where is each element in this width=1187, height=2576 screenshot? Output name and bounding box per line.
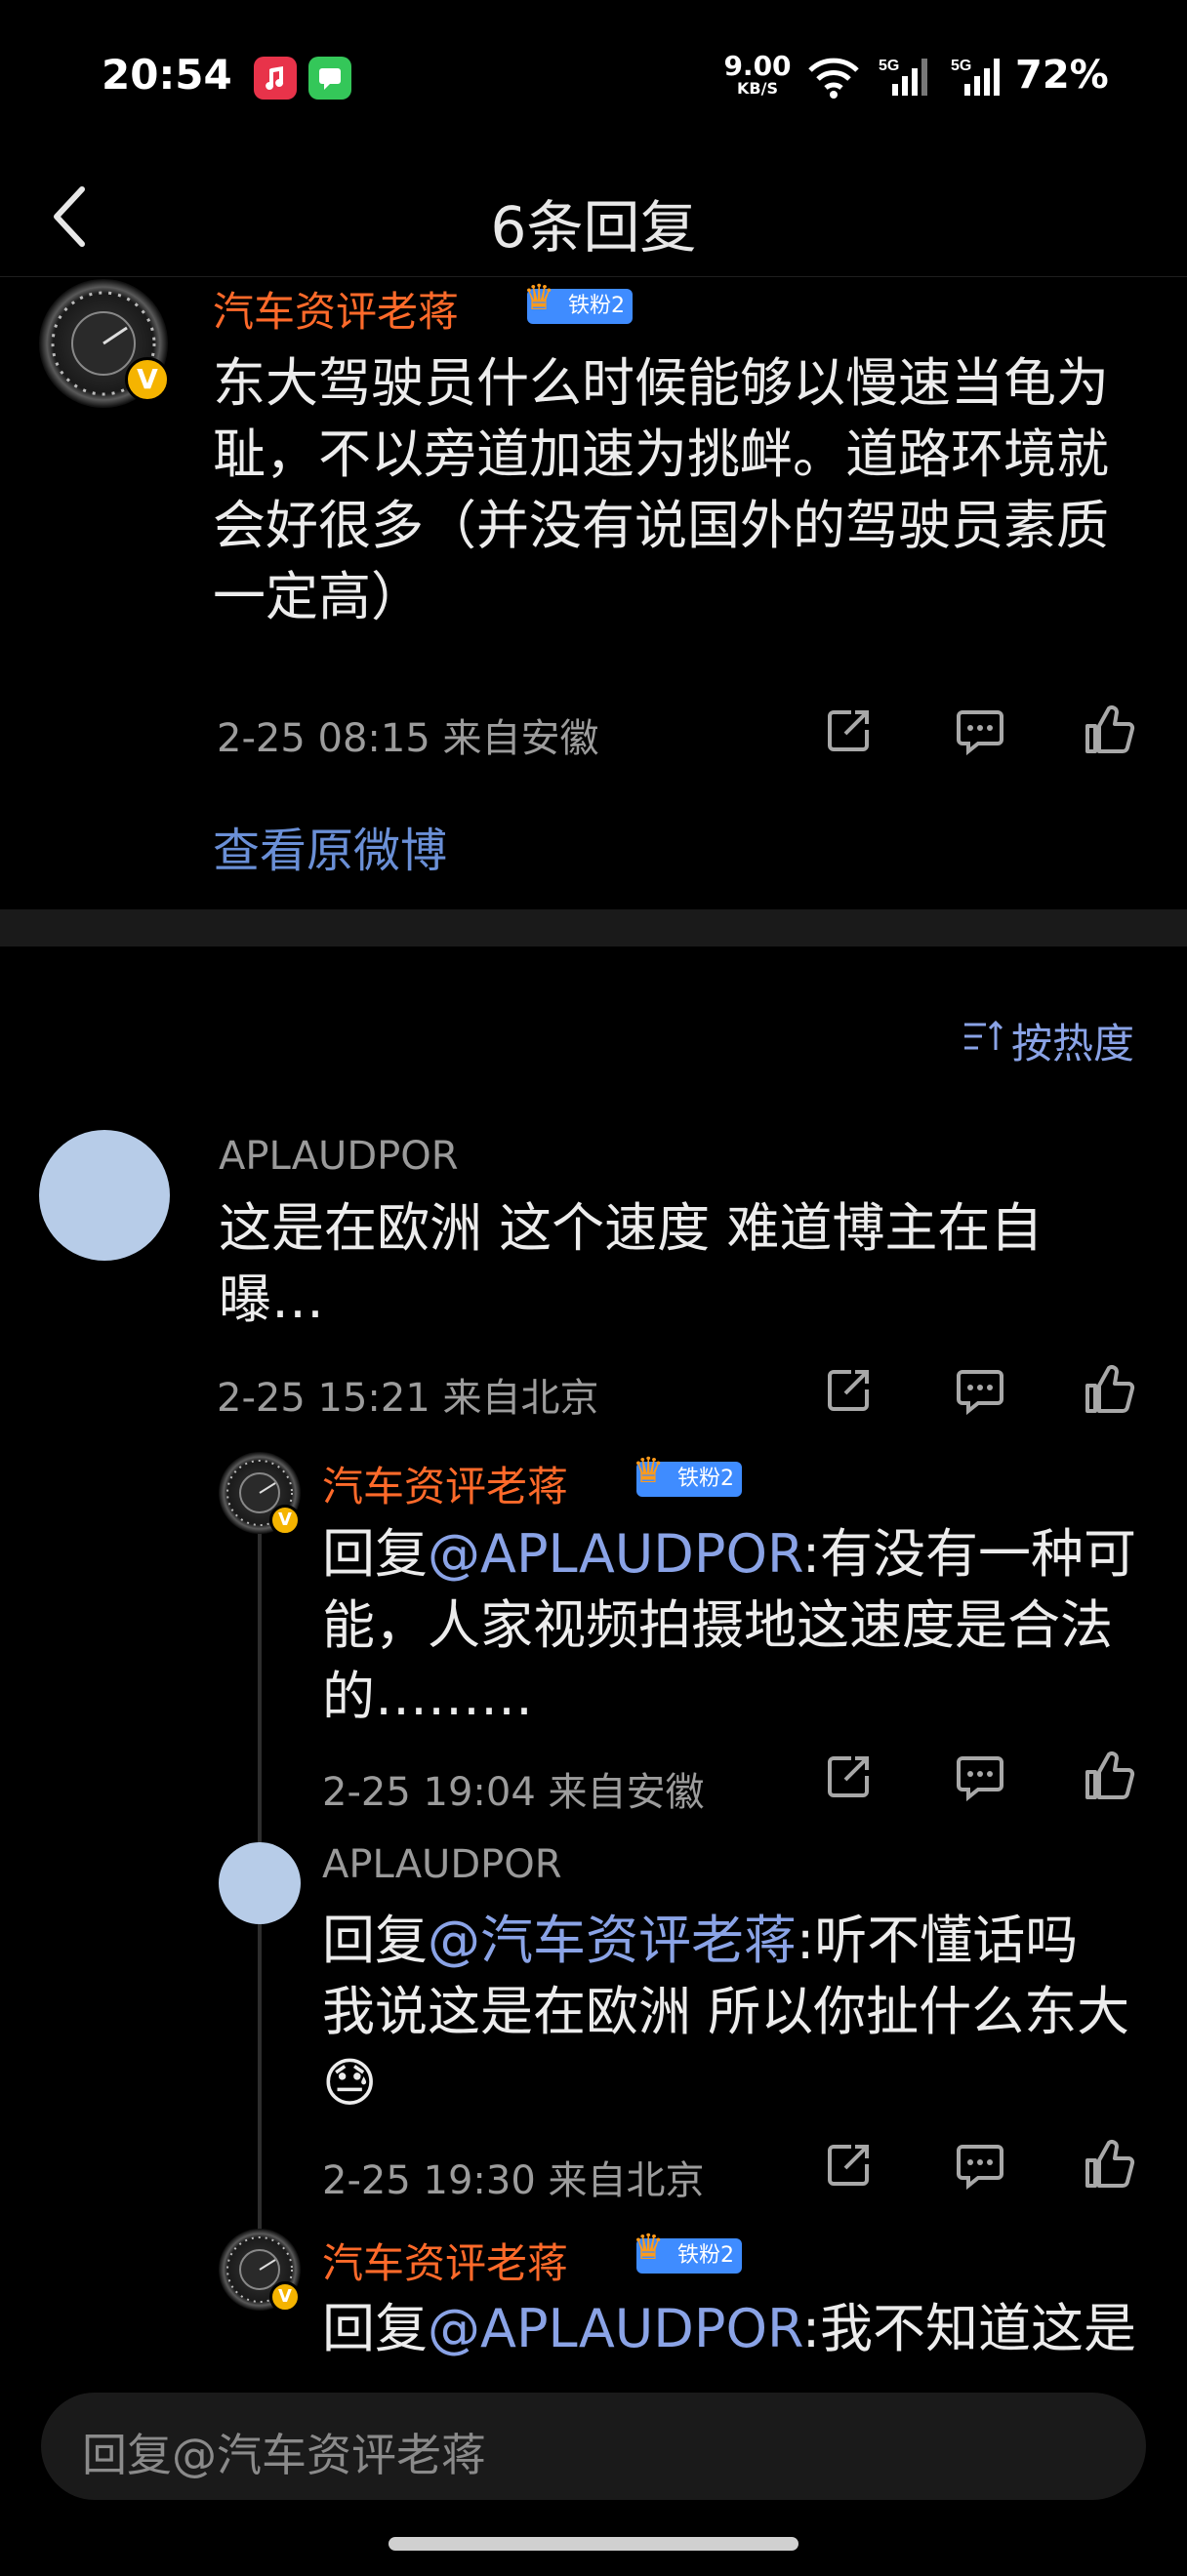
comment-icon [957, 2145, 1003, 2191]
reply-author[interactable]: APLAUDPOR [322, 1842, 562, 1887]
like-button[interactable] [1082, 2137, 1136, 2192]
reply-meta: 2-25 19:30 来自北京 [322, 2158, 705, 2203]
like-icon [1085, 2140, 1135, 2188]
like-button[interactable] [1082, 1749, 1136, 1803]
repost-icon [828, 1756, 869, 1797]
like-icon [1085, 705, 1135, 753]
like-button[interactable] [1082, 1362, 1136, 1417]
reply-text: 回复@APLAUDPOR:有没有一种可能，人家视频拍摄地这速度是合法的……… [322, 1523, 1137, 1727]
post-author[interactable]: 汽车资评老蒋 [213, 279, 459, 339]
repost-button[interactable] [822, 2137, 877, 2192]
comment-text: 这是在欧洲 这个速度 难道博主在自曝… [219, 1197, 1044, 1330]
mention-link[interactable]: @APLAUDPOR [428, 1523, 802, 1585]
fan-badge: ♛ 铁粉2 [523, 281, 633, 324]
repost-icon [828, 2145, 869, 2186]
reply-meta: 2-25 19:04 来自安徽 [322, 1770, 705, 1815]
view-original-link[interactable]: 查看原微博 [213, 812, 447, 880]
like-button[interactable] [1082, 703, 1136, 757]
avatar[interactable] [219, 1842, 301, 1924]
reply-text: 回复@APLAUDPOR:我不知道这是 [322, 2298, 1137, 2359]
sort-icon[interactable] [961, 1017, 1007, 1056]
reply-author[interactable]: 汽车资评老蒋 [322, 2231, 568, 2290]
battery-level: 72% [1015, 53, 1109, 98]
repost-icon [828, 710, 869, 751]
svg-text:5G: 5G [879, 58, 899, 74]
reply-text: 回复@汽车资评老蒋:听不懂话吗 我说这是在欧洲 所以你扯什么东大😓 [322, 1910, 1130, 2113]
comment-meta: 2-25 15:21 来自北京 [217, 1376, 599, 1421]
repost-button[interactable] [822, 1749, 877, 1803]
reply-input[interactable]: 回复@汽车资评老蒋 [41, 2393, 1146, 2500]
page-title: 6条回复 [490, 194, 697, 261]
verified-badge-icon: V [269, 1505, 301, 1536]
avatar[interactable] [39, 1130, 170, 1261]
mention-link[interactable]: @汽车资评老蒋 [428, 1910, 797, 1971]
mention-link[interactable]: @APLAUDPOR [428, 2298, 802, 2359]
network-speed: 9.00 KB/S [723, 50, 792, 98]
like-icon [1085, 1751, 1135, 1799]
fan-badge: ♛ 铁粉2 [633, 1454, 742, 1497]
comment-icon [957, 710, 1003, 756]
crown-icon: ♛ [523, 278, 555, 318]
cellular-signal-1-icon: 5G [879, 58, 927, 96]
comment-author[interactable]: APLAUDPOR [219, 1134, 459, 1179]
music-app-icon [254, 57, 297, 100]
like-icon [1085, 1365, 1135, 1413]
crown-icon: ♛ [633, 2228, 665, 2268]
repost-button[interactable] [822, 1362, 877, 1417]
nav-bar: 6条回复 [0, 156, 1187, 277]
comment-icon [957, 1370, 1003, 1416]
crown-icon: ♛ [633, 1451, 665, 1491]
home-indicator[interactable] [389, 2537, 798, 2551]
reply-input-placeholder: 回复@汽车资评老蒋 [82, 2429, 486, 2481]
reply-author[interactable]: 汽车资评老蒋 [322, 1454, 568, 1513]
status-time: 20:54 [102, 51, 232, 99]
post-meta: 2-25 08:15 来自安徽 [217, 716, 599, 761]
verified-badge-icon: V [125, 357, 170, 402]
post-text: 东大驾驶员什么时候能够以慢速当龟为耻，不以旁道加速为挑衅。道路环境就会好很多（并… [213, 352, 1109, 627]
comment-icon [957, 1756, 1003, 1802]
fan-badge: ♛ 铁粉2 [633, 2231, 742, 2274]
repost-button[interactable] [822, 703, 877, 757]
cellular-signal-2-icon: 5G [951, 58, 1000, 96]
repost-icon [828, 1370, 869, 1411]
sort-by-hot-button[interactable]: 按热度 [1011, 1011, 1134, 1070]
comment-button[interactable] [953, 1362, 1007, 1417]
comment-button[interactable] [953, 1749, 1007, 1803]
section-divider [0, 909, 1187, 946]
message-app-icon [308, 57, 351, 100]
comment-button[interactable] [953, 2137, 1007, 2192]
wifi-icon [808, 58, 859, 99]
status-bar: 20:54 9.00 KB/S 5G 5G 72% [0, 0, 1187, 146]
comment-button[interactable] [953, 703, 1007, 757]
svg-text:5G: 5G [951, 58, 971, 74]
verified-badge-icon: V [269, 2281, 301, 2313]
